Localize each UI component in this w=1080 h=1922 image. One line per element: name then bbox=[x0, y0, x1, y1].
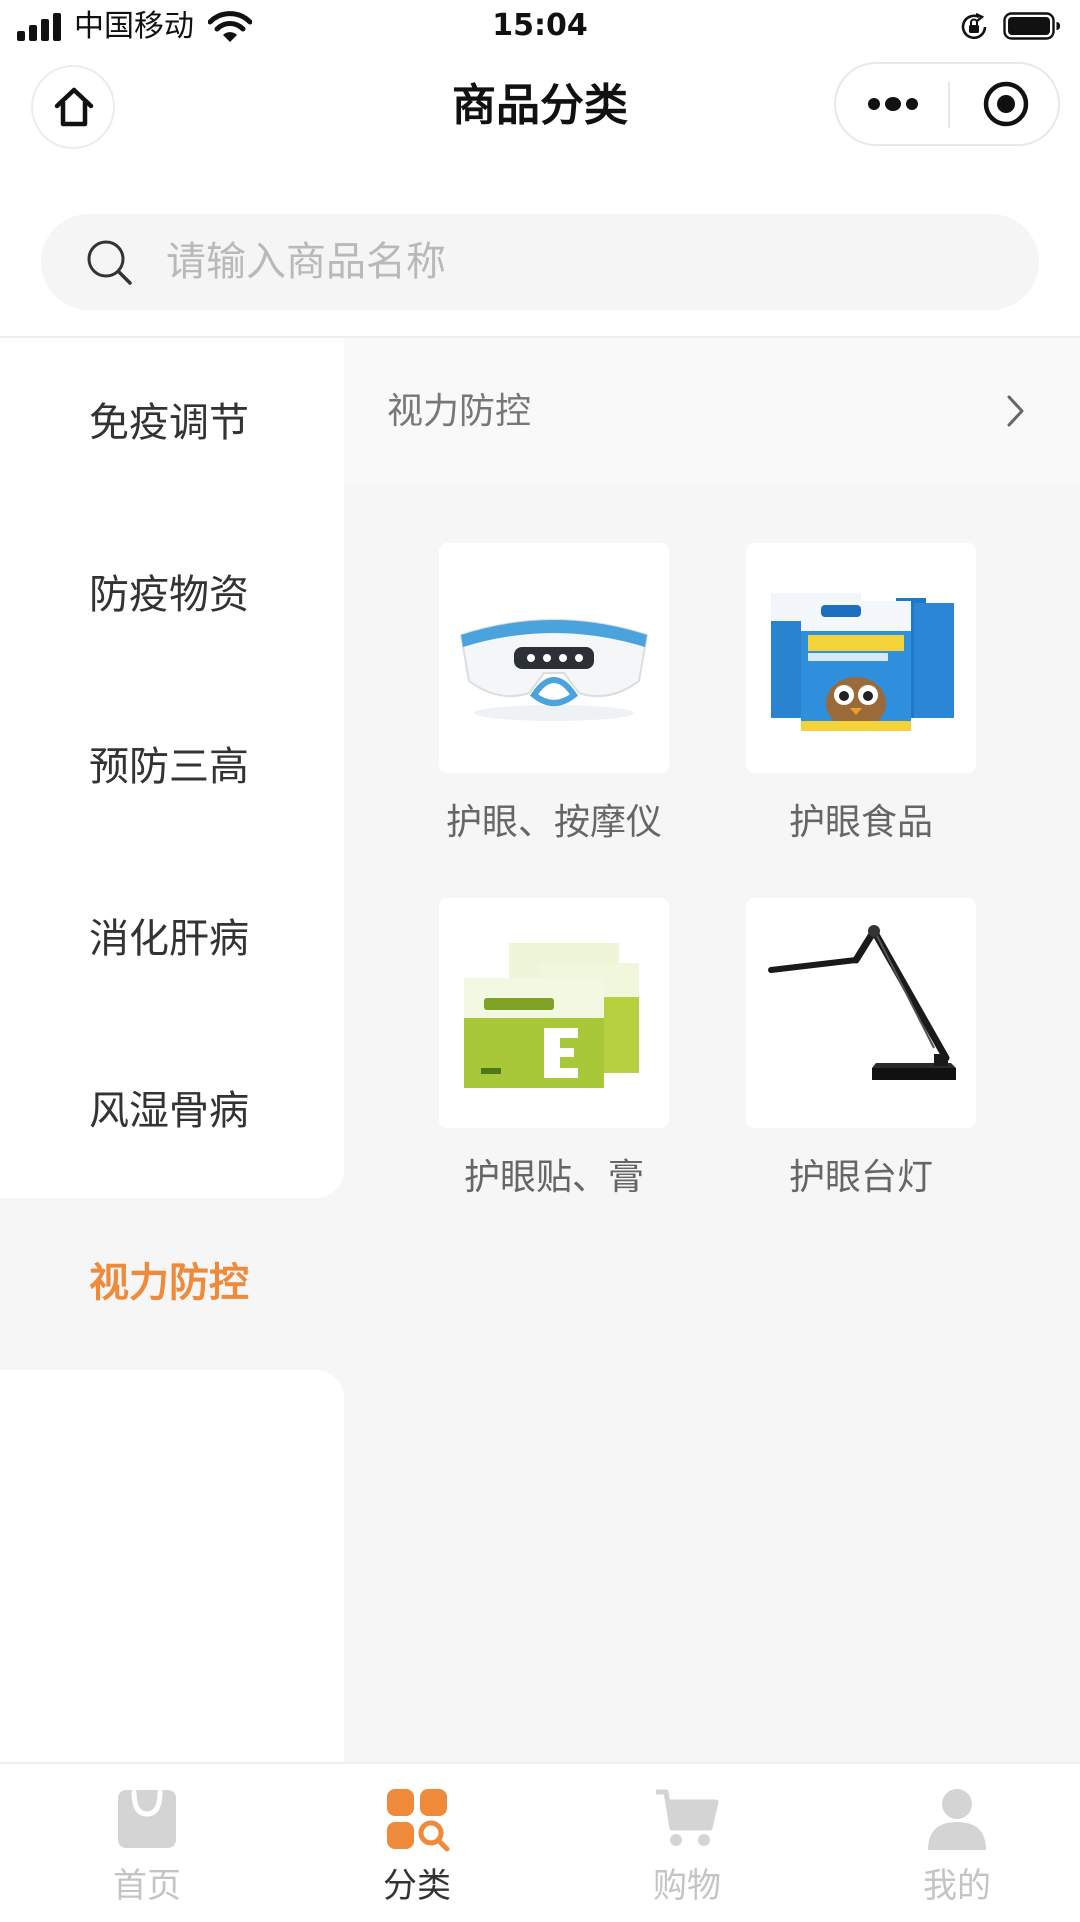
sidebar-item-label: 消化肝病 bbox=[89, 916, 249, 962]
cart-icon bbox=[656, 1789, 719, 1846]
category-sidebar: 免疫调节 防疫物资 预防三高 消化肝病 风湿骨病 视力防控 bbox=[0, 338, 344, 1762]
category-header[interactable]: 视力防控 bbox=[344, 338, 1080, 484]
tab-profile[interactable]: 我的 bbox=[822, 1764, 1080, 1922]
tab-label: 分类 bbox=[383, 1866, 451, 1906]
product-label: 护眼食品 bbox=[788, 802, 933, 843]
eye-massager-image bbox=[439, 543, 669, 773]
tab-category[interactable]: 分类 bbox=[282, 1764, 552, 1922]
sidebar-item-digestive-liver[interactable]: 消化肝病 bbox=[0, 854, 344, 1026]
capsule-divider bbox=[948, 82, 950, 128]
sidebar-item-label: 防疫物资 bbox=[89, 572, 249, 618]
product-label: 护眼贴、膏 bbox=[463, 1157, 644, 1198]
battery-icon bbox=[1003, 12, 1060, 40]
target-icon[interactable] bbox=[982, 80, 1030, 128]
search-section: 请输入商品名称 bbox=[0, 156, 1080, 338]
chevron-right-icon bbox=[1007, 395, 1024, 427]
sidebar-item-label: 免疫调节 bbox=[89, 400, 249, 446]
tab-home[interactable]: 首页 bbox=[12, 1764, 282, 1922]
rotation-lock-icon bbox=[961, 12, 987, 40]
eye-food-box-image bbox=[746, 543, 976, 773]
tab-shopping[interactable]: 购物 bbox=[552, 1764, 822, 1922]
product-label: 护眼、按摩仪 bbox=[445, 802, 662, 843]
sidebar-item-rheumatism[interactable]: 风湿骨病 bbox=[0, 1026, 344, 1198]
sidebar-item-epidemic-supplies[interactable]: 防疫物资 bbox=[0, 510, 344, 682]
status-bar: 中国移动 15:04 bbox=[0, 0, 1080, 54]
more-dots-icon[interactable] bbox=[866, 94, 920, 114]
sidebar-item-label: 风湿骨病 bbox=[89, 1088, 249, 1134]
bag-icon bbox=[118, 1789, 176, 1848]
tab-label: 我的 bbox=[923, 1866, 991, 1906]
search-placeholder: 请输入商品名称 bbox=[166, 239, 446, 285]
eye-patch-image bbox=[439, 898, 669, 1128]
search-icon bbox=[87, 240, 132, 285]
tab-label: 首页 bbox=[113, 1866, 181, 1906]
search-input[interactable]: 请输入商品名称 bbox=[41, 214, 1039, 310]
sidebar-item-vision-care[interactable]: 视力防控 bbox=[0, 1198, 344, 1370]
miniprogram-capsule bbox=[834, 62, 1060, 146]
status-time: 15:04 bbox=[492, 8, 588, 43]
category-icon bbox=[387, 1789, 450, 1852]
category-content: 视力防控 护眼、按摩仪 护眼食品 护眼贴、膏 护眼台灯 bbox=[344, 338, 1080, 1762]
sidebar-empty-area bbox=[0, 1370, 344, 1762]
sidebar-item-label: 视力防控 bbox=[89, 1260, 249, 1306]
bottom-tab-bar: 首页 分类 购物 我的 bbox=[0, 1762, 1080, 1920]
product-label: 护眼台灯 bbox=[788, 1157, 933, 1198]
category-header-title: 视力防控 bbox=[387, 391, 532, 432]
person-icon bbox=[928, 1789, 986, 1850]
sidebar-item-three-highs[interactable]: 预防三高 bbox=[0, 682, 344, 854]
desk-lamp-image bbox=[746, 898, 976, 1128]
nav-bar: 商品分类 bbox=[0, 58, 1080, 156]
sidebar-item-label: 预防三高 bbox=[89, 744, 249, 790]
sidebar-item-immunity[interactable]: 免疫调节 bbox=[0, 338, 344, 510]
tab-label: 购物 bbox=[653, 1866, 721, 1906]
